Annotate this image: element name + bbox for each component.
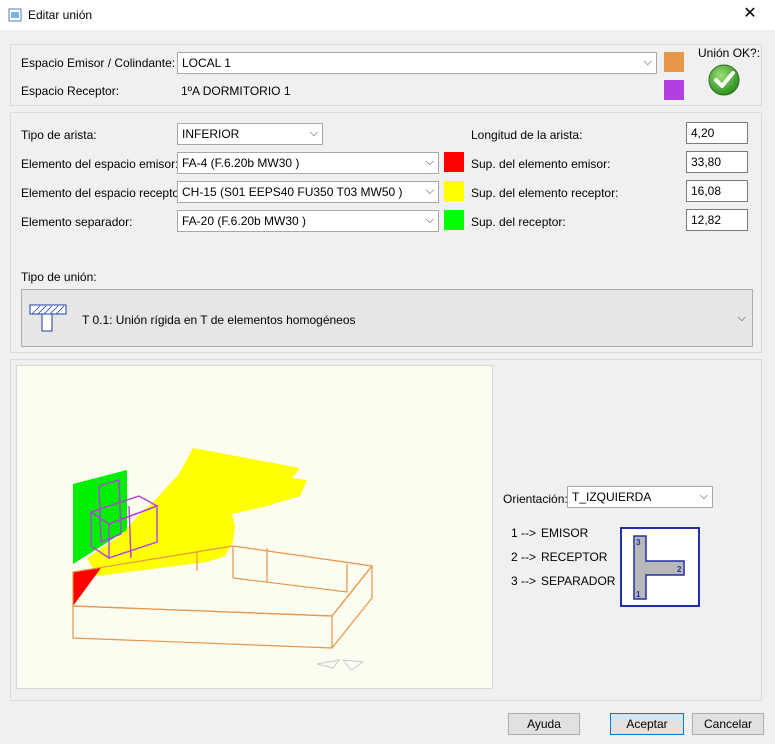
receptor-space-value: 1ºA DORMITORIO 1: [181, 84, 291, 98]
legend-value-receptor: RECEPTOR: [541, 550, 608, 564]
legend-value-separador: SEPARADOR: [541, 574, 616, 588]
legend-key-3: 3 -->: [511, 574, 537, 588]
receptor-space-label: Espacio Receptor:: [21, 84, 120, 98]
legend-key-2: 2 -->: [511, 550, 537, 564]
emisor-space-value: LOCAL 1: [182, 56, 231, 70]
receptor-surface-field[interactable]: 12,82: [686, 209, 748, 231]
union-type-value: T 0.1: Unión rígida en T de elementos ho…: [82, 313, 356, 327]
3d-viewer[interactable]: [16, 365, 493, 689]
chevron-down-icon: ⌵: [425, 214, 434, 226]
legend-key-1: 1 -->: [511, 526, 537, 540]
close-button[interactable]: ✕: [738, 3, 762, 27]
emisor-space-color: [664, 52, 684, 72]
cancel-button[interactable]: Cancelar: [692, 713, 764, 735]
diagram-label-2: 2: [677, 565, 682, 574]
chevron-down-icon: ⌵: [425, 156, 434, 168]
receptor-element-label: Elemento del espacio receptor:: [21, 186, 187, 200]
emisor-space-label: Espacio Emisor / Colindante:: [21, 56, 176, 70]
title-bar: [0, 0, 775, 30]
receptor-surface-label: Sup. del receptor:: [471, 215, 566, 229]
legend-value-emisor: EMISOR: [541, 526, 589, 540]
close-icon: ✕: [743, 5, 757, 22]
separator-element-label: Elemento separador:: [21, 215, 133, 229]
3d-model: [72, 448, 374, 671]
edge-length-label: Longitud de la arista:: [471, 128, 583, 142]
check-icon: [708, 64, 740, 96]
receptor-element-surface-label: Sup. del elemento receptor:: [471, 186, 619, 200]
edge-type-label: Tipo de arista:: [21, 128, 97, 142]
emisor-element-select[interactable]: FA-4 (F.6.20b MW30 ) ⌵: [177, 152, 439, 174]
chevron-down-icon: ⌵: [309, 127, 318, 139]
compass-icon: [316, 659, 365, 671]
edge-length-field[interactable]: 4,20: [686, 122, 748, 144]
emisor-surface-field[interactable]: 33,80: [686, 151, 748, 173]
help-button[interactable]: Ayuda: [508, 713, 580, 735]
separator-element-value: FA-20 (F.6.20b MW30 ): [182, 214, 307, 228]
orientation-select[interactable]: T_IZQUIERDA ⌵: [567, 486, 713, 508]
separator-element-color: [444, 210, 464, 230]
receptor-space-color: [664, 80, 684, 100]
orientation-label: Orientación:: [503, 492, 568, 506]
emisor-surface-label: Sup. del elemento emisor:: [471, 157, 611, 171]
receptor-element-select[interactable]: CH-15 (S01 EEPS40 FU350 T03 MW50 ) ⌵: [177, 181, 439, 203]
chevron-down-icon: ⌵: [643, 56, 652, 68]
chevron-down-icon: ⌵: [699, 490, 708, 502]
accept-button[interactable]: Aceptar: [610, 713, 684, 735]
emisor-element-label: Elemento del espacio emisor:: [21, 157, 179, 171]
app-icon: [8, 8, 22, 22]
orientation-value: T_IZQUIERDA: [572, 490, 652, 504]
union-type-label: Tipo de unión:: [21, 270, 97, 284]
union-type-select[interactable]: T 0.1: Unión rígida en T de elementos ho…: [21, 289, 753, 347]
receptor-element-color: [444, 181, 464, 201]
diagram-label-1: 1: [636, 590, 641, 599]
diagram-label-3: 3: [636, 538, 641, 547]
emisor-element-color: [444, 152, 464, 172]
emisor-element-value: FA-4 (F.6.20b MW30 ): [182, 156, 300, 170]
union-ok-label: Unión OK?:: [698, 46, 761, 60]
receptor-element-value: CH-15 (S01 EEPS40 FU350 T03 MW50 ): [182, 185, 403, 199]
chevron-down-icon: ⌵: [425, 185, 434, 197]
window-title: Editar unión: [28, 8, 93, 22]
separator-element-select[interactable]: FA-20 (F.6.20b MW30 ) ⌵: [177, 210, 439, 232]
emisor-space-select[interactable]: LOCAL 1 ⌵: [177, 52, 657, 74]
edge-type-select[interactable]: INFERIOR ⌵: [177, 123, 323, 145]
edge-type-value: INFERIOR: [182, 127, 240, 141]
t-junction-icon: [29, 304, 67, 332]
chevron-down-icon: ⌵: [737, 312, 746, 324]
receptor-element-surface-field[interactable]: 16,08: [686, 180, 748, 202]
orientation-diagram: 3 2 1: [620, 527, 700, 607]
